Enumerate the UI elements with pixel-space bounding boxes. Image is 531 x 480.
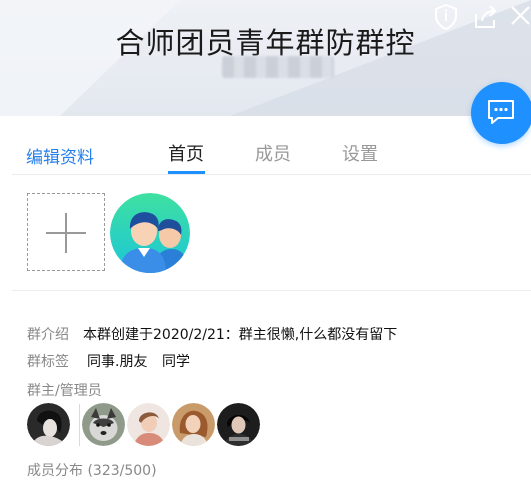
tab-settings[interactable]: 设置 [342,140,378,166]
admin-avatar[interactable] [172,403,215,446]
active-tab-indicator [168,171,205,174]
intro-value: 本群创建于2020/2/21：群主很懒,什么都没有留下 [83,327,398,343]
section-divider [12,290,531,291]
two-people-avatar-icon [110,193,190,273]
admin-avatar[interactable] [127,403,170,446]
admin-avatar[interactable] [27,403,70,446]
group-avatar[interactable] [110,193,190,273]
tab-bar: 编辑资料 首页 成员 设置 [12,116,531,175]
close-icon[interactable] [505,2,531,32]
add-photo-button[interactable] [27,193,105,271]
blurred-group-id [222,56,334,78]
tags-label: 群标签 [27,354,69,370]
admins-label: 群主/管理员 [27,383,102,399]
tag-item: 同事.朋友 [87,354,148,370]
shield-icon[interactable] [431,2,461,32]
share-icon[interactable] [470,2,500,32]
edit-profile-link[interactable]: 编辑资料 [26,143,94,168]
distribution-count: (323/500) [87,463,157,479]
distribution-label: 成员分布 [27,463,83,479]
owner-admin-separator [79,404,80,446]
tab-home[interactable]: 首页 [168,140,204,166]
intro-label: 群介绍 [27,327,69,343]
admin-avatar[interactable] [217,403,260,446]
member-distribution[interactable]: 成员分布 (323/500) [27,460,157,480]
tab-members[interactable]: 成员 [255,140,291,166]
admin-avatar[interactable] [82,403,125,446]
tag-item: 同学 [162,354,190,370]
group-header: 合师团员青年群防群控 [0,0,531,116]
